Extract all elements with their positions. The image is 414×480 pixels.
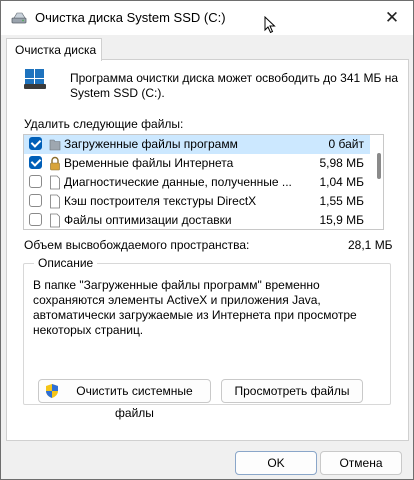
file-icon [50, 194, 60, 209]
window-title: Очистка диска System SSD (C:) [35, 10, 226, 25]
ok-button[interactable]: OK [235, 451, 317, 475]
title-bar[interactable]: Очистка диска System SSD (C:) ✕ [1, 1, 413, 35]
list-item[interactable]: Кэш построителя текстуры DirectX 1,55 МБ [24, 192, 370, 211]
list-item[interactable]: Временные файлы Интернета 5,98 МБ [24, 154, 370, 173]
list-scrollbar[interactable] [377, 153, 381, 179]
cancel-button[interactable]: Отмена [320, 451, 402, 475]
intro-text: Программа очистки диска может освободить… [70, 71, 399, 100]
item-size: 5,98 МБ [319, 156, 364, 170]
item-name: Загруженные файлы программ [64, 137, 238, 151]
checkbox[interactable] [29, 137, 42, 150]
checkbox[interactable] [29, 213, 42, 226]
uac-shield-icon [46, 384, 58, 398]
item-size: 1,55 МБ [319, 194, 364, 208]
tab-label: Очистка диска [15, 43, 97, 57]
free-space-value: 28,1 МБ [348, 238, 393, 252]
checkbox[interactable] [29, 175, 42, 188]
description-text: В папке "Загруженные файлы программ" вре… [33, 278, 357, 337]
checkbox[interactable] [29, 156, 42, 169]
disk-cleanup-icon [11, 12, 27, 24]
clean-system-files-label: Очистить системные файлы [76, 384, 193, 420]
mouse-cursor-icon [264, 16, 276, 34]
files-list-label: Удалить следующие файлы: [24, 117, 184, 131]
file-icon [50, 213, 60, 228]
view-files-button[interactable]: Просмотреть файлы [221, 379, 363, 403]
item-size: 0 байт [328, 137, 364, 151]
disk-cleanup-window: Очистка диска System SSD (C:) ✕ Очистка … [0, 0, 414, 480]
list-item[interactable]: Файлы оптимизации доставки 15,9 МБ [24, 211, 370, 229]
list-item[interactable]: Диагностические данные, полученные ... 1… [24, 173, 370, 192]
tab-disk-cleanup[interactable]: Очистка диска [6, 38, 102, 61]
item-name: Файлы оптимизации доставки [64, 213, 232, 227]
files-list[interactable]: Загруженные файлы программ 0 байт Времен… [23, 134, 384, 230]
folder-icon [49, 139, 61, 151]
item-size: 15,9 МБ [319, 213, 364, 227]
item-name: Кэш построителя текстуры DirectX [64, 194, 257, 208]
list-item[interactable]: Загруженные файлы программ 0 байт [24, 135, 370, 154]
item-name: Временные файлы Интернета [64, 156, 234, 170]
item-name: Диагностические данные, полученные ... [64, 175, 292, 189]
free-space-label: Объем высвобождаемого пространства: [24, 238, 250, 252]
description-group: Описание В папке "Загруженные файлы прог… [23, 256, 391, 420]
close-button[interactable]: ✕ [379, 5, 405, 31]
description-title: Описание [34, 256, 98, 270]
clean-system-files-button[interactable]: Очистить системные файлы [38, 379, 211, 420]
lock-icon [50, 156, 60, 171]
tab-panel: Программа очистки диска может освободить… [6, 59, 409, 441]
drive-icon [24, 69, 46, 89]
item-size: 1,04 МБ [319, 175, 364, 189]
checkbox[interactable] [29, 194, 42, 207]
file-icon [50, 175, 60, 190]
